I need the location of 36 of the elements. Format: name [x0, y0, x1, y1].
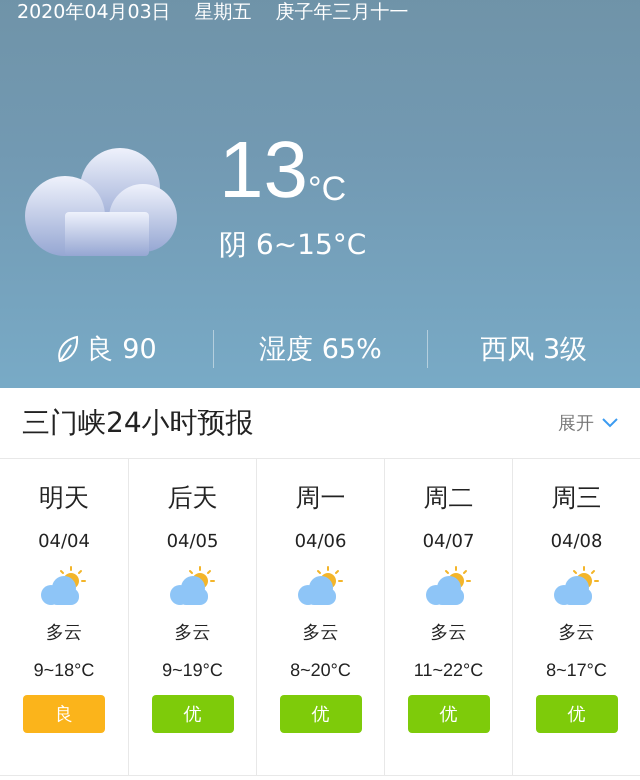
- day-label: 明天: [39, 482, 89, 514]
- date-label: 04/07: [422, 531, 474, 552]
- temperature-range: 9~18°C: [34, 660, 94, 681]
- day-label: 周一: [296, 482, 346, 514]
- temperature-range: 8~17°C: [546, 660, 607, 681]
- section-title: 三门峡24小时预报: [22, 405, 254, 441]
- day-label: 周二: [424, 482, 474, 514]
- condition-label: 多云: [302, 621, 338, 644]
- weekday: 星期五: [194, 0, 252, 25]
- stat-text: 西风 3级: [480, 333, 588, 367]
- stat-text: 湿度 65%: [259, 333, 382, 367]
- condition-label: 多云: [430, 621, 466, 644]
- air-quality-badge: 优: [536, 695, 618, 733]
- condition-label: 多云: [558, 621, 594, 644]
- lunar-date: 庚子年三月十一: [276, 0, 409, 25]
- date-label: 04/04: [38, 531, 90, 552]
- air-quality-badge: 良: [23, 695, 105, 733]
- weather-summary: 阴 6~15°C: [219, 227, 366, 263]
- stat-text: 良 90: [86, 333, 157, 367]
- day-label: 周三: [552, 482, 602, 514]
- temperature-unit: °C: [308, 172, 346, 206]
- air-quality-badge: 优: [408, 695, 490, 733]
- temperature-range: 9~19°C: [162, 660, 223, 681]
- date-label: 04/06: [294, 531, 346, 552]
- date: 2020年04月03日: [17, 0, 171, 25]
- air-quality-badge: 优: [280, 695, 362, 733]
- temperature-range: 8~20°C: [290, 660, 351, 681]
- expand-button[interactable]: 展开: [558, 411, 618, 435]
- date-label: 04/08: [550, 531, 602, 552]
- temperature-range: 11~22°C: [414, 660, 484, 681]
- condition-label: 多云: [46, 621, 82, 644]
- condition-label: 多云: [174, 621, 210, 644]
- day-label: 后天: [168, 482, 218, 514]
- air-quality-badge: 优: [152, 695, 234, 733]
- date-label: 04/05: [166, 531, 218, 552]
- current-temperature: 13: [219, 130, 308, 210]
